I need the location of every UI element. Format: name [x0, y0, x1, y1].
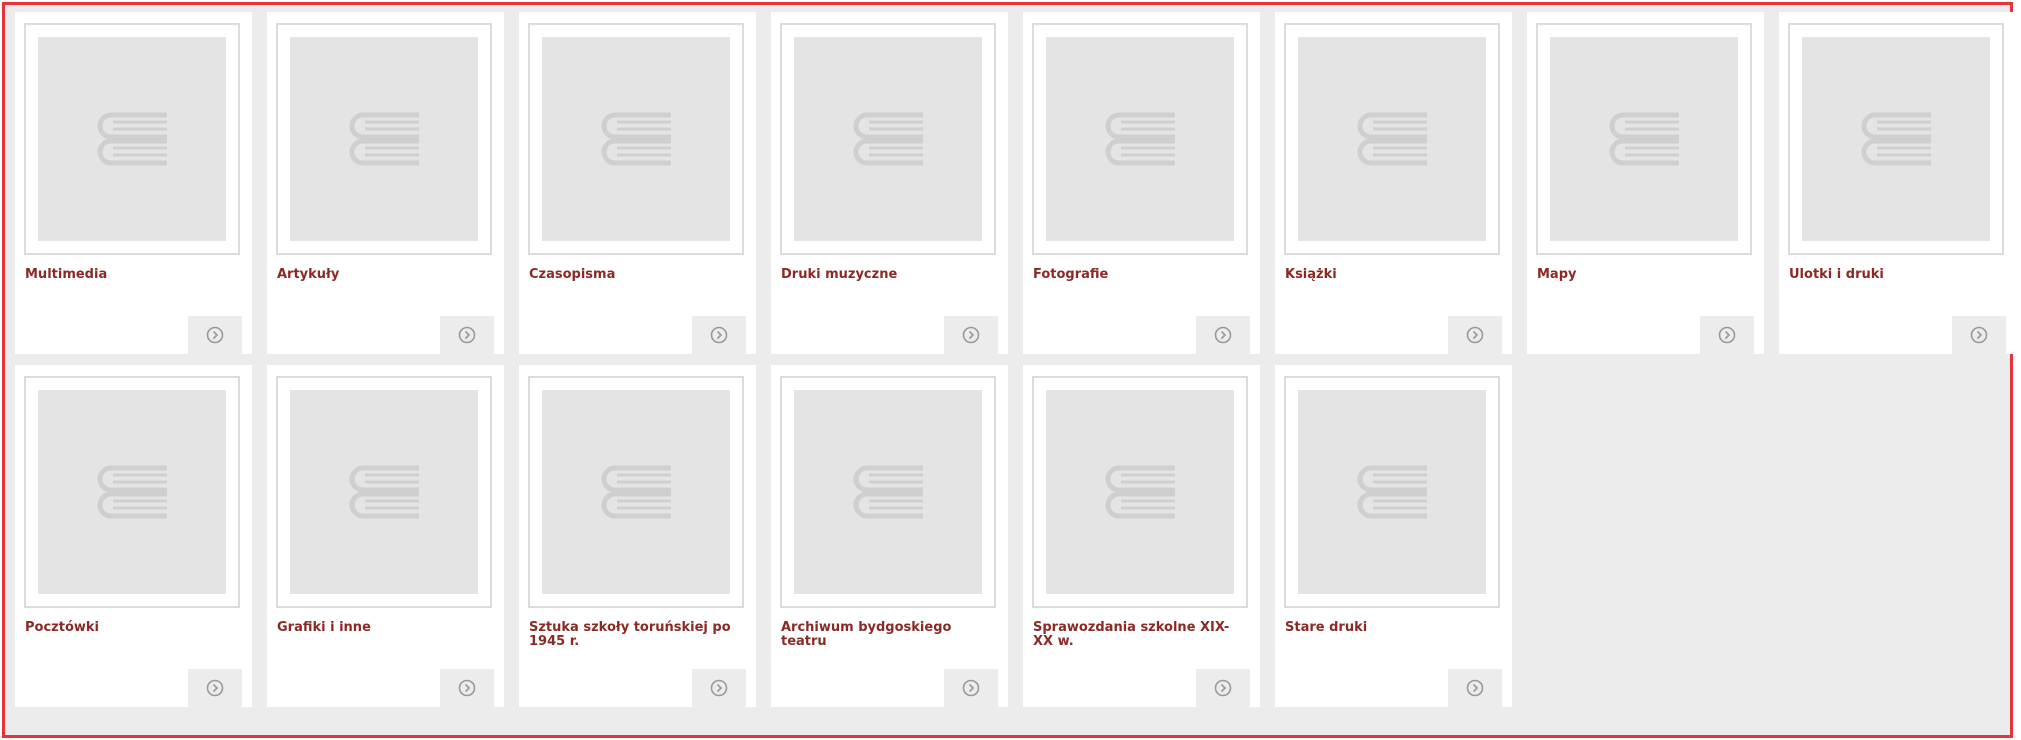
- book-icon: [1609, 112, 1679, 166]
- collection-thumbnail[interactable]: [24, 376, 240, 608]
- collection-label[interactable]: Multimedia: [25, 268, 240, 282]
- book-icon: [601, 465, 671, 519]
- chevron-right-circle-icon: [1718, 326, 1736, 344]
- collection-card-sztuka-szkoly-torunskiej[interactable]: Sztuka szkoły toruńskiej po 1945 r.: [519, 365, 756, 707]
- collection-label[interactable]: Druki muzyczne: [781, 268, 996, 282]
- collection-card-mapy[interactable]: Mapy: [1527, 12, 1764, 354]
- chevron-right-circle-icon: [458, 679, 476, 697]
- collection-card-fotografie[interactable]: Fotografie: [1023, 12, 1260, 354]
- collection-more-button[interactable]: [188, 669, 242, 707]
- collection-thumbnail[interactable]: [780, 376, 996, 608]
- book-icon: [1861, 112, 1931, 166]
- book-icon: [1105, 465, 1175, 519]
- collection-thumbnail[interactable]: [1032, 23, 1248, 255]
- collection-thumbnail[interactable]: [1284, 376, 1500, 608]
- chevron-right-circle-icon: [206, 679, 224, 697]
- collection-more-button[interactable]: [1196, 316, 1250, 354]
- collection-label[interactable]: Fotografie: [1033, 268, 1248, 282]
- collection-more-button[interactable]: [1700, 316, 1754, 354]
- book-icon: [349, 112, 419, 166]
- chevron-right-circle-icon: [1214, 326, 1232, 344]
- chevron-right-circle-icon: [1970, 326, 1988, 344]
- collection-more-button[interactable]: [1952, 316, 2006, 354]
- collection-label[interactable]: Artykuły: [277, 268, 492, 282]
- collections-panel: Multimedia Artykuły Czasopisma Druki muz…: [2, 2, 2016, 738]
- book-icon: [97, 465, 167, 519]
- chevron-right-circle-icon: [1466, 679, 1484, 697]
- collection-more-button[interactable]: [692, 669, 746, 707]
- collection-label[interactable]: Grafiki i inne: [277, 621, 492, 635]
- chevron-right-circle-icon: [962, 679, 980, 697]
- book-icon: [853, 112, 923, 166]
- collection-card-archiwum-bydgoskiego-teatru[interactable]: Archiwum bydgoskiego teatru: [771, 365, 1008, 707]
- collection-label[interactable]: Ulotki i druki: [1789, 268, 2004, 282]
- collection-more-button[interactable]: [692, 316, 746, 354]
- collection-more-button[interactable]: [440, 669, 494, 707]
- collection-thumbnail[interactable]: [780, 23, 996, 255]
- collection-card-stare-druki[interactable]: Stare druki: [1275, 365, 1512, 707]
- book-icon: [349, 465, 419, 519]
- collection-thumbnail[interactable]: [1032, 376, 1248, 608]
- collection-thumbnail[interactable]: [1536, 23, 1752, 255]
- collection-label[interactable]: Sztuka szkoły toruńskiej po 1945 r.: [529, 621, 744, 649]
- book-icon: [601, 112, 671, 166]
- collection-thumbnail[interactable]: [276, 23, 492, 255]
- collection-thumbnail[interactable]: [528, 376, 744, 608]
- collection-thumbnail[interactable]: [276, 376, 492, 608]
- collection-more-button[interactable]: [440, 316, 494, 354]
- book-icon: [1357, 112, 1427, 166]
- collection-label[interactable]: Stare druki: [1285, 621, 1500, 635]
- collection-card-sprawozdania-szkolne[interactable]: Sprawozdania szkolne XIX-XX w.: [1023, 365, 1260, 707]
- collection-more-button[interactable]: [1196, 669, 1250, 707]
- collection-card-multimedia[interactable]: Multimedia: [15, 12, 252, 354]
- collection-label[interactable]: Sprawozdania szkolne XIX-XX w.: [1033, 621, 1248, 649]
- chevron-right-circle-icon: [710, 326, 728, 344]
- collection-more-button[interactable]: [944, 316, 998, 354]
- book-icon: [1357, 465, 1427, 519]
- collection-label[interactable]: Pocztówki: [25, 621, 240, 635]
- collection-thumbnail[interactable]: [1788, 23, 2004, 255]
- collection-more-button[interactable]: [188, 316, 242, 354]
- collection-card-czasopisma[interactable]: Czasopisma: [519, 12, 756, 354]
- collection-card-ksiazki[interactable]: Książki: [1275, 12, 1512, 354]
- collection-more-button[interactable]: [1448, 669, 1502, 707]
- collection-label[interactable]: Czasopisma: [529, 268, 744, 282]
- collection-label[interactable]: Archiwum bydgoskiego teatru: [781, 621, 996, 649]
- collection-card-grafiki-i-inne[interactable]: Grafiki i inne: [267, 365, 504, 707]
- collection-thumbnail[interactable]: [528, 23, 744, 255]
- collection-card-druki-muzyczne[interactable]: Druki muzyczne: [771, 12, 1008, 354]
- collection-label[interactable]: Książki: [1285, 268, 1500, 282]
- collection-card-pocztowki[interactable]: Pocztówki: [15, 365, 252, 707]
- collection-thumbnail[interactable]: [24, 23, 240, 255]
- collection-more-button[interactable]: [1448, 316, 1502, 354]
- collection-card-artykuly[interactable]: Artykuły: [267, 12, 504, 354]
- collection-label[interactable]: Mapy: [1537, 268, 1752, 282]
- book-icon: [97, 112, 167, 166]
- collection-thumbnail[interactable]: [1284, 23, 1500, 255]
- book-icon: [853, 465, 923, 519]
- book-icon: [1105, 112, 1175, 166]
- chevron-right-circle-icon: [206, 326, 224, 344]
- collection-card-ulotki-i-druki[interactable]: Ulotki i druki: [1779, 12, 2016, 354]
- chevron-right-circle-icon: [962, 326, 980, 344]
- chevron-right-circle-icon: [458, 326, 476, 344]
- chevron-right-circle-icon: [710, 679, 728, 697]
- chevron-right-circle-icon: [1466, 326, 1484, 344]
- chevron-right-circle-icon: [1214, 679, 1232, 697]
- collection-more-button[interactable]: [944, 669, 998, 707]
